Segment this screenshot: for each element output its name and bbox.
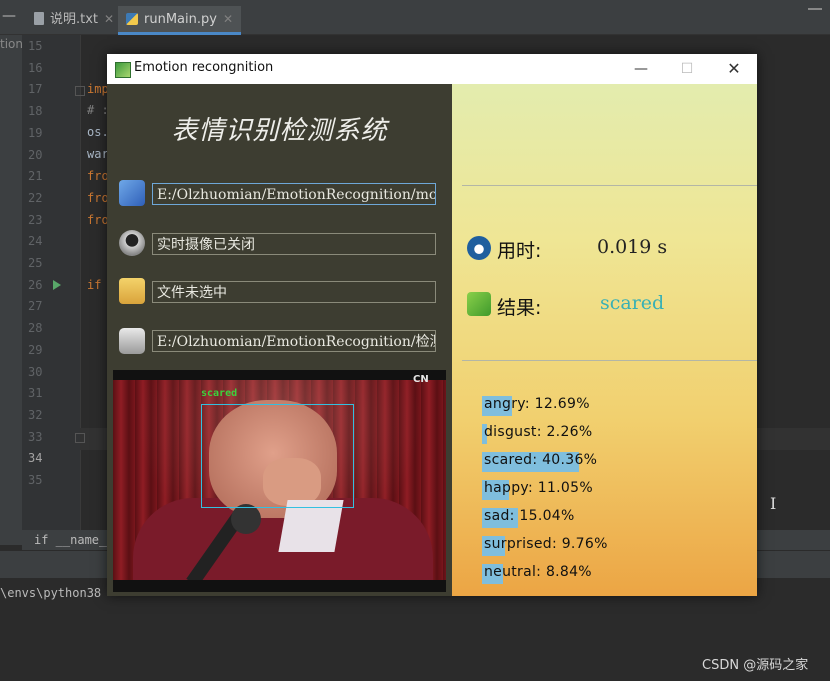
line-number: 20 bbox=[28, 147, 43, 162]
probability-label: neutral: 8.84% bbox=[484, 564, 592, 580]
minimize-button[interactable]: — bbox=[618, 54, 664, 84]
maximize-button[interactable]: ☐ bbox=[664, 54, 710, 84]
close-button[interactable]: ✕ bbox=[711, 54, 757, 84]
model-path-field[interactable]: E:/Olzhuomian/EmotionRecognition/mod bbox=[152, 183, 436, 205]
camera-status-field[interactable]: 实时摄像已关闭 bbox=[152, 233, 436, 255]
window-title: Emotion recongnition bbox=[134, 60, 274, 75]
open-file-icon[interactable] bbox=[119, 278, 145, 304]
line-number: 15 bbox=[28, 39, 43, 53]
face-bounding-box bbox=[201, 404, 354, 508]
tab-label: runMain.py bbox=[144, 12, 217, 27]
line-number: 28 bbox=[28, 321, 43, 336]
microphone-head bbox=[231, 504, 261, 534]
control-panel: 表情识别检测系统 E:/Olzhuomian/EmotionRecognitio… bbox=[107, 84, 452, 596]
window-titlebar[interactable]: Emotion recongnition — ☐ ✕ bbox=[107, 54, 757, 84]
text-cursor-icon: I bbox=[770, 494, 777, 513]
probability-label: happy: 11.05% bbox=[484, 480, 593, 496]
code-line[interactable]: fro bbox=[87, 169, 109, 183]
detection-image: CN scared bbox=[113, 370, 446, 592]
timer-icon bbox=[467, 236, 491, 260]
app-icon bbox=[115, 62, 131, 78]
probability-label: disgust: 2.26% bbox=[484, 424, 593, 440]
result-label: 结果: bbox=[497, 297, 542, 319]
code-line[interactable]: fro bbox=[87, 191, 109, 205]
fold-icon[interactable] bbox=[75, 433, 85, 443]
line-number: 29 bbox=[28, 342, 43, 357]
line-number: 17 bbox=[28, 82, 43, 97]
close-icon[interactable]: ✕ bbox=[223, 12, 233, 26]
app-heading: 表情识别检测系统 bbox=[171, 116, 388, 146]
time-value: 0.019 s bbox=[597, 236, 668, 258]
python-file-icon bbox=[126, 13, 138, 25]
webcam-icon[interactable] bbox=[119, 230, 145, 256]
tab-label: 说明.txt bbox=[50, 12, 99, 27]
collapse-icon[interactable]: — bbox=[2, 8, 16, 24]
tab-readme-txt[interactable]: 说明.txt ✕ bbox=[26, 6, 122, 32]
file-status-field[interactable]: 文件未选中 bbox=[152, 281, 436, 303]
tab-runmain-py[interactable]: runMain.py ✕ bbox=[118, 6, 241, 35]
line-number: 34 bbox=[28, 451, 43, 466]
line-number: 33 bbox=[28, 429, 43, 444]
tv-logo: CN bbox=[413, 374, 429, 385]
line-number: 25 bbox=[28, 256, 43, 270]
face-emotion-label: scared bbox=[201, 388, 238, 399]
code-line[interactable]: imp bbox=[87, 82, 109, 96]
line-number: 24 bbox=[28, 234, 43, 249]
results-panel: 用时: 0.019 s 结果: scared angry: 12.69% disg… bbox=[452, 84, 757, 596]
project-panel-label: tion bbox=[0, 37, 22, 51]
editor-tab-bar: — 说明.txt ✕ runMain.py ✕ bbox=[0, 0, 830, 35]
letterbox bbox=[113, 370, 446, 380]
code-line[interactable]: fro bbox=[87, 213, 109, 227]
divider bbox=[462, 360, 757, 361]
probability-label: surprised: 9.76% bbox=[484, 536, 608, 552]
image-path-field[interactable]: E:/Olzhuomian/EmotionRecognition/检测 bbox=[152, 330, 436, 352]
code-line[interactable]: if bbox=[87, 278, 101, 292]
result-value: scared bbox=[600, 292, 665, 314]
time-label: 用时: bbox=[497, 240, 542, 262]
project-panel: tion bbox=[0, 35, 22, 545]
line-number: 32 bbox=[28, 407, 43, 422]
emotion-app-window: Emotion recongnition — ☐ ✕ 表情识别检测系统 E:/O… bbox=[107, 54, 757, 596]
checkmark-icon bbox=[467, 292, 491, 316]
text-file-icon bbox=[34, 12, 44, 25]
line-number: 27 bbox=[28, 299, 43, 314]
line-number: 18 bbox=[28, 104, 43, 119]
line-number: 22 bbox=[28, 190, 43, 205]
watermark: CSDN @源码之家 bbox=[702, 658, 809, 673]
probability-label: sad: 15.04% bbox=[484, 508, 575, 524]
divider bbox=[462, 185, 757, 186]
line-number: 30 bbox=[28, 364, 43, 379]
code-line[interactable]: # : bbox=[87, 103, 109, 117]
letterbox bbox=[113, 580, 446, 592]
probability-label: scared: 40.36% bbox=[484, 452, 598, 468]
camera-icon[interactable] bbox=[119, 328, 145, 354]
line-number: 21 bbox=[28, 169, 43, 184]
close-icon[interactable]: ✕ bbox=[104, 12, 114, 26]
probability-label: angry: 12.69% bbox=[484, 396, 590, 412]
line-number: 31 bbox=[28, 386, 43, 401]
line-number: 35 bbox=[28, 473, 43, 487]
console-line: \envs\python38 bbox=[0, 586, 102, 600]
menu-icon[interactable] bbox=[808, 8, 822, 22]
line-number: 16 bbox=[28, 60, 43, 75]
code-line[interactable]: war bbox=[87, 147, 109, 161]
run-icon[interactable] bbox=[53, 280, 61, 290]
line-number: 19 bbox=[28, 125, 43, 140]
code-line[interactable]: os. bbox=[87, 125, 109, 139]
fold-icon[interactable] bbox=[75, 86, 85, 96]
line-number: 23 bbox=[28, 212, 43, 227]
model-folder-icon[interactable] bbox=[119, 180, 145, 206]
